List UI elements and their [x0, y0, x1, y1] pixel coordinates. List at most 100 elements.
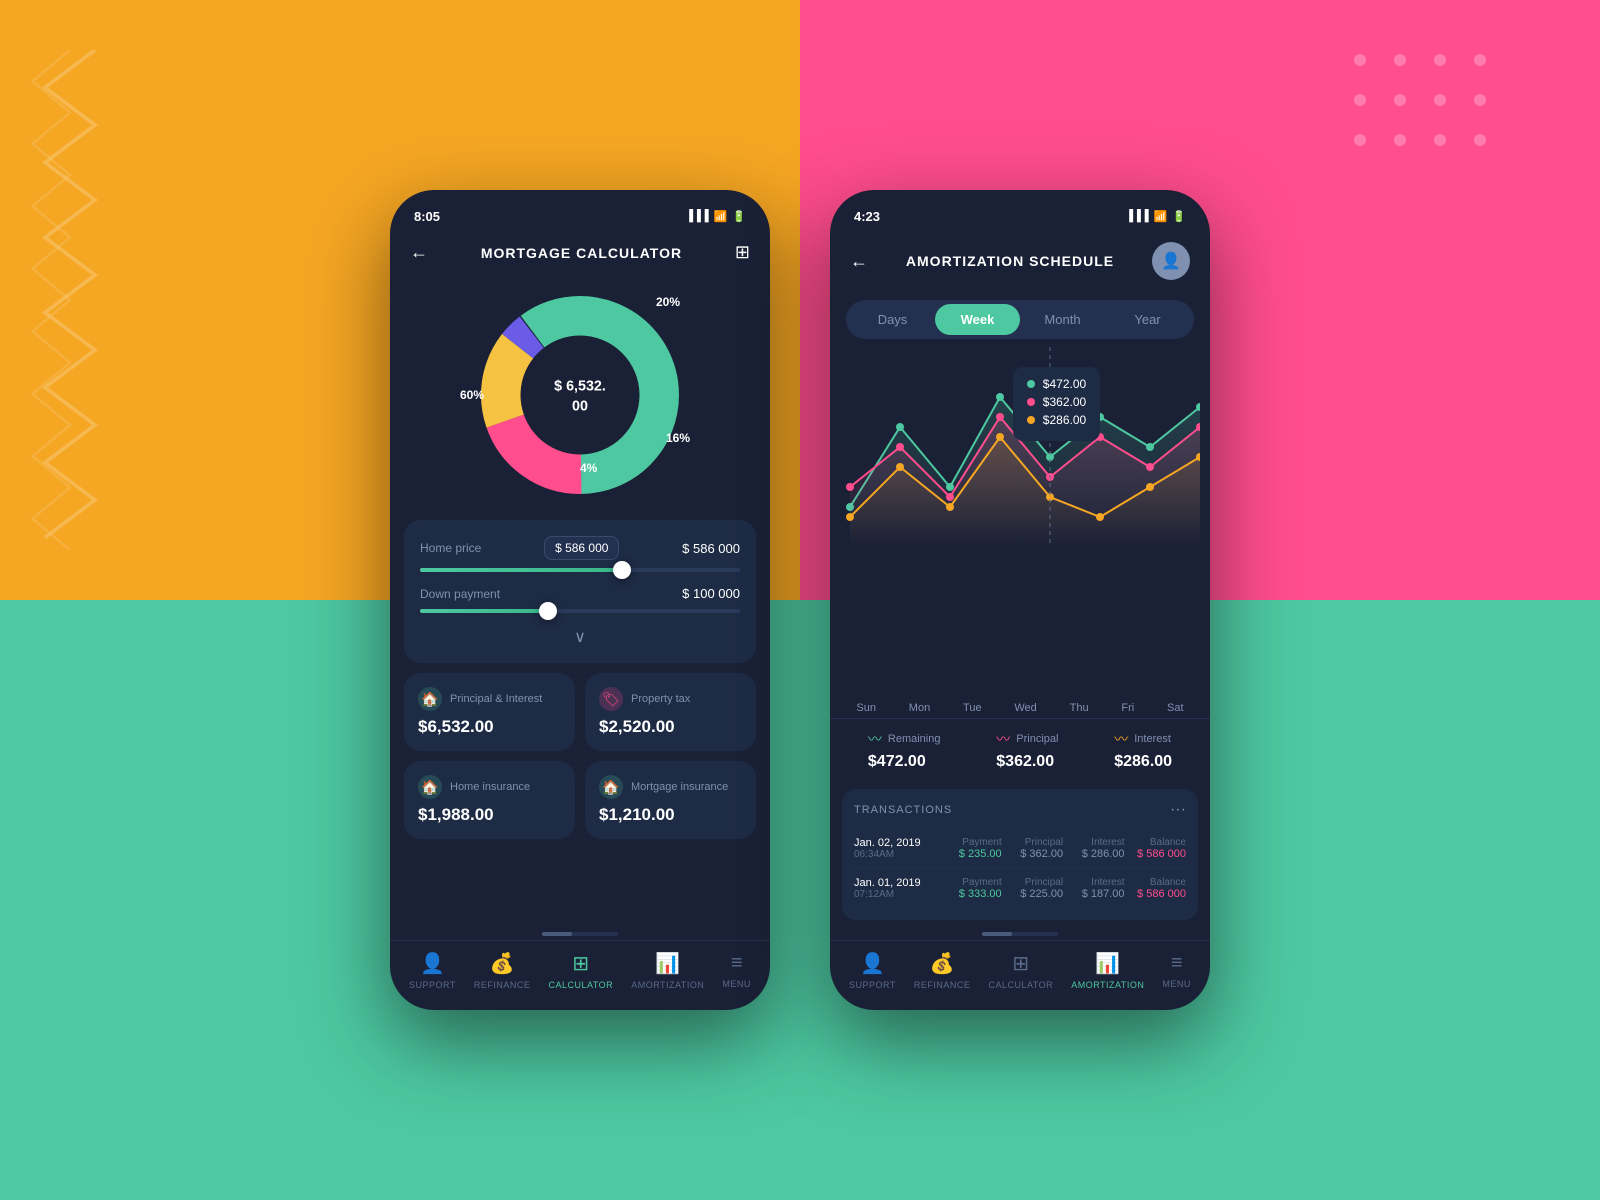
phone-notch-2: [950, 190, 1090, 218]
chart-xaxis: Sun Mon Tue Wed Thu Fri Sat: [830, 696, 1210, 718]
tab-days[interactable]: Days: [850, 304, 935, 335]
tax-label: Property tax: [631, 693, 690, 705]
xaxis-tue: Tue: [963, 702, 982, 714]
transactions-section: TRANSACTIONS ··· Jan. 02, 2019 06:34AM P…: [842, 789, 1198, 920]
wifi-icon: 📶: [714, 210, 728, 223]
tx1-balance: $ 586 000: [1129, 848, 1186, 860]
avatar[interactable]: 👤: [1152, 242, 1190, 280]
app-header-right: ← AMORTIZATION SCHEDULE 👤: [830, 234, 1210, 292]
nav2-refinance[interactable]: 💰 REFINANCE: [914, 951, 971, 990]
back-icon[interactable]: ←: [410, 242, 428, 263]
tx2-payment-header: Payment: [944, 877, 1001, 888]
remaining-value: $472.00: [868, 753, 926, 771]
transactions-title: TRANSACTIONS: [854, 804, 952, 816]
legend-remaining: 〰 Remaining $472.00: [868, 729, 941, 771]
tab-week[interactable]: Week: [935, 304, 1020, 335]
support2-nav-icon: 👤: [860, 951, 885, 976]
nav2-menu-label: MENU: [1162, 979, 1191, 989]
insurance-value: $1,988.00: [418, 805, 561, 825]
tx1-payment: $ 235.00: [944, 848, 1001, 860]
wifi-icon-2: 📶: [1154, 210, 1168, 223]
nav2-calculator-label: CALCULATOR: [988, 980, 1053, 990]
nav2-refinance-label: REFINANCE: [914, 980, 971, 990]
down-payment-slider[interactable]: [420, 609, 740, 613]
nav2-calculator[interactable]: ⊞ CALCULATOR: [988, 951, 1053, 990]
interest-wave-icon: 〰: [1114, 729, 1128, 749]
nav-amortization[interactable]: 📊 AMORTIZATION: [631, 951, 704, 990]
transaction-row-2: Jan. 01, 2019 07:12AM Payment $ 333.00 P…: [854, 869, 1186, 908]
donut-chart: $ 6,532. 00 60% 20% 16% 4%: [470, 285, 690, 505]
mortgage-icon: 🏠: [599, 775, 623, 799]
donut-label-4: 4%: [580, 461, 597, 475]
xaxis-sun: Sun: [856, 702, 876, 714]
tooltip-interest: $286.00: [1027, 413, 1086, 427]
tx2-balance: $ 586 000: [1129, 888, 1186, 900]
bottom-nav-right: 👤 SUPPORT 💰 REFINANCE ⊞ CALCULATOR 📊 AMO…: [830, 940, 1210, 1010]
nav-refinance-label: REFINANCE: [474, 980, 531, 990]
bottom-nav-left: 👤 SUPPORT 💰 REFINANCE ⊞ CALCULATOR 📊 AMO…: [390, 940, 770, 1010]
tx1-principal: $ 362.00: [1006, 848, 1063, 860]
transaction-row-1: Jan. 02, 2019 06:34AM Payment $ 235.00 P…: [854, 829, 1186, 869]
nav-amortization-label: AMORTIZATION: [631, 980, 704, 990]
amortization-nav-icon: 📊: [655, 951, 680, 976]
principal-icon: 🏠: [418, 687, 442, 711]
interest-legend-label: Interest: [1134, 733, 1171, 745]
insurance-icon: 🏠: [418, 775, 442, 799]
phone-amortization: 4:23 ▐▐▐ 📶 🔋 ← AMORTIZATION SCHEDULE 👤 D…: [830, 190, 1210, 1010]
tab-year[interactable]: Year: [1105, 304, 1190, 335]
nav2-support[interactable]: 👤 SUPPORT: [849, 951, 896, 990]
insurance-label: Home insurance: [450, 781, 530, 793]
home-price-label: Home price: [420, 541, 481, 555]
phone-content-right: Days Week Month Year $472.00 $362.00: [830, 292, 1210, 928]
transactions-header: TRANSACTIONS ···: [854, 801, 1186, 819]
down-payment-row: Down payment $ 100 000: [420, 586, 740, 601]
xaxis-wed: Wed: [1014, 702, 1036, 714]
donut-label-20: 20%: [656, 295, 680, 309]
donut-chart-section: $ 6,532. 00 60% 20% 16% 4%: [390, 275, 770, 510]
transactions-menu-icon[interactable]: ···: [1170, 801, 1186, 819]
refinance-nav-icon: 💰: [490, 951, 515, 976]
status-icons-left: ▐▐▐ 📶 🔋: [685, 210, 746, 223]
mortgage-insurance-card: 🏠 Mortgage insurance $1,210.00: [585, 761, 756, 839]
nav-support[interactable]: 👤 SUPPORT: [409, 951, 456, 990]
home-price-badge[interactable]: $ 586 000: [544, 536, 619, 560]
battery-icon-2: 🔋: [1172, 210, 1186, 223]
tx1-date: Jan. 02, 2019: [854, 837, 940, 849]
tx2-payment: $ 333.00: [944, 888, 1001, 900]
tax-value: $2,520.00: [599, 717, 742, 737]
nav2-amortization[interactable]: 📊 AMORTIZATION: [1071, 951, 1144, 990]
header-title-left: MORTGAGE CALCULATOR: [481, 245, 682, 261]
tx-balance-header: Balance: [1129, 837, 1186, 848]
filter-icon[interactable]: ⊞: [735, 242, 750, 263]
nav-calculator[interactable]: ⊞ CALCULATOR: [548, 951, 613, 990]
nav2-menu[interactable]: ≡ MENU: [1162, 952, 1191, 989]
tx2-principal-header: Principal: [1006, 877, 1063, 888]
nav-refinance[interactable]: 💰 REFINANCE: [474, 951, 531, 990]
remaining-wave-icon: 〰: [868, 729, 882, 749]
status-icons-right: ▐▐▐ 📶 🔋: [1125, 210, 1186, 223]
summary-cards: 🏠 Principal & Interest $6,532.00 🏷 Prope…: [404, 673, 756, 839]
property-tax-card: 🏷 Property tax $2,520.00: [585, 673, 756, 751]
tooltip-principal: $362.00: [1027, 395, 1086, 409]
tx-principal-header: Principal: [1006, 837, 1063, 848]
tx-payment-header: Payment: [944, 837, 1001, 848]
home-price-slider[interactable]: [420, 568, 740, 572]
donut-label-60: 60%: [460, 388, 484, 402]
xaxis-fri: Fri: [1121, 702, 1134, 714]
tx1-time: 06:34AM: [854, 849, 940, 860]
signal-icon-2: ▐▐▐: [1125, 210, 1148, 222]
xaxis-thu: Thu: [1070, 702, 1089, 714]
expand-button[interactable]: ∨: [420, 627, 740, 647]
inputs-section: Home price $ 586 000 $ 586 000 Down paym…: [404, 520, 756, 663]
principal-legend-label: Principal: [1016, 733, 1058, 745]
xaxis-mon: Mon: [909, 702, 930, 714]
nav-menu[interactable]: ≡ MENU: [722, 952, 751, 989]
tx2-date: Jan. 01, 2019: [854, 877, 940, 889]
back-icon-2[interactable]: ←: [850, 251, 868, 272]
tab-month[interactable]: Month: [1020, 304, 1105, 335]
tx-interest-header: Interest: [1067, 837, 1124, 848]
principal-wave-icon: 〰: [996, 729, 1010, 749]
tx1-interest: $ 286.00: [1067, 848, 1124, 860]
nav2-amortization-label: AMORTIZATION: [1071, 980, 1144, 990]
status-time-left: 8:05: [414, 209, 440, 224]
